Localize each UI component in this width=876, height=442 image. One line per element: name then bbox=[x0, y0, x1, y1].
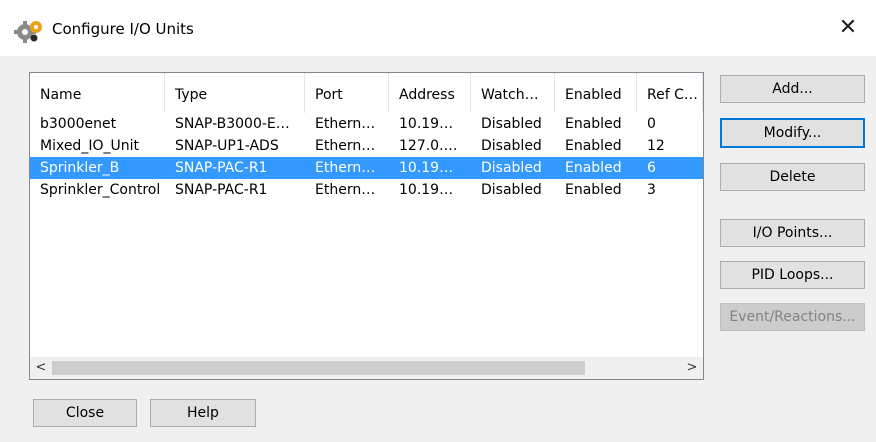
table-row-selected[interactable]: Sprinkler_B SNAP-PAC-R1 Ethern… 10.19… D… bbox=[30, 157, 703, 179]
cell-port: Ethern… bbox=[315, 160, 376, 176]
help-button[interactable]: Help bbox=[150, 399, 256, 427]
delete-button[interactable]: Delete bbox=[720, 163, 865, 191]
table-row[interactable]: b3000enet SNAP-B3000-E… Ethern… 10.19… D… bbox=[30, 113, 703, 135]
cell-watch: Disabled bbox=[481, 138, 542, 154]
cell-type: SNAP-B3000-E… bbox=[175, 116, 290, 132]
list-header: Name Type Port Address Watch… Enabled Re… bbox=[30, 73, 703, 113]
title-bar: Configure I/O Units ✕ bbox=[0, 0, 876, 56]
close-button[interactable]: Close bbox=[33, 399, 137, 427]
scrollbar-thumb[interactable] bbox=[52, 361, 585, 375]
column-header-address[interactable]: Address bbox=[389, 73, 471, 113]
add-button[interactable]: Add... bbox=[720, 75, 865, 103]
cell-ref-count: 3 bbox=[647, 182, 656, 198]
table-row[interactable]: Mixed_IO_Unit SNAP-UP1-ADS Ethern… 127.0… bbox=[30, 135, 703, 157]
cell-enabled: Enabled bbox=[565, 182, 622, 198]
horizontal-scrollbar[interactable]: < > bbox=[30, 357, 703, 379]
configure-io-units-dialog: Configure I/O Units ✕ Name Type Port Add… bbox=[0, 0, 876, 442]
close-icon[interactable]: ✕ bbox=[834, 14, 862, 42]
column-header-type[interactable]: Type bbox=[165, 73, 305, 113]
column-header-ref-count[interactable]: Ref C… bbox=[637, 73, 703, 113]
cell-address: 10.19… bbox=[399, 116, 454, 132]
scroll-right-icon[interactable]: > bbox=[681, 357, 703, 379]
io-points-button[interactable]: I/O Points... bbox=[720, 219, 865, 247]
cell-ref-count: 6 bbox=[647, 160, 656, 176]
column-header-name[interactable]: Name bbox=[30, 73, 165, 113]
cell-address: 10.19… bbox=[399, 160, 454, 176]
column-header-watch[interactable]: Watch… bbox=[471, 73, 555, 113]
cell-enabled: Enabled bbox=[565, 138, 622, 154]
cell-port: Ethern… bbox=[315, 138, 376, 154]
cell-type: SNAP-PAC-R1 bbox=[175, 160, 268, 176]
window-title: Configure I/O Units bbox=[52, 20, 194, 38]
cell-type: SNAP-PAC-R1 bbox=[175, 182, 268, 198]
cell-watch: Disabled bbox=[481, 182, 542, 198]
cell-enabled: Enabled bbox=[565, 116, 622, 132]
cell-port: Ethern… bbox=[315, 182, 376, 198]
cell-type: SNAP-UP1-ADS bbox=[175, 138, 279, 154]
cell-name: Sprinkler_B bbox=[40, 160, 120, 176]
column-header-port[interactable]: Port bbox=[305, 73, 389, 113]
column-header-enabled[interactable]: Enabled bbox=[555, 73, 637, 113]
modify-button[interactable]: Modify... bbox=[720, 118, 865, 148]
cell-name: Sprinkler_Control bbox=[40, 182, 161, 198]
table-row[interactable]: Sprinkler_Control SNAP-PAC-R1 Ethern… 10… bbox=[30, 179, 703, 201]
event-reactions-button[interactable]: Event/Reactions... bbox=[720, 303, 865, 331]
gears-app-icon bbox=[14, 18, 44, 44]
io-units-list[interactable]: Name Type Port Address Watch… Enabled Re… bbox=[29, 72, 704, 380]
cell-address: 10.19… bbox=[399, 182, 454, 198]
pid-loops-button[interactable]: PID Loops... bbox=[720, 261, 865, 289]
cell-watch: Disabled bbox=[481, 116, 542, 132]
cell-port: Ethern… bbox=[315, 116, 376, 132]
cell-watch: Disabled bbox=[481, 160, 542, 176]
cell-ref-count: 12 bbox=[647, 138, 665, 154]
scroll-left-icon[interactable]: < bbox=[30, 357, 52, 379]
cell-name: Mixed_IO_Unit bbox=[40, 138, 139, 154]
cell-enabled: Enabled bbox=[565, 160, 622, 176]
cell-ref-count: 0 bbox=[647, 116, 656, 132]
cell-address: 127.0.… bbox=[399, 138, 458, 154]
cell-name: b3000enet bbox=[40, 116, 117, 132]
